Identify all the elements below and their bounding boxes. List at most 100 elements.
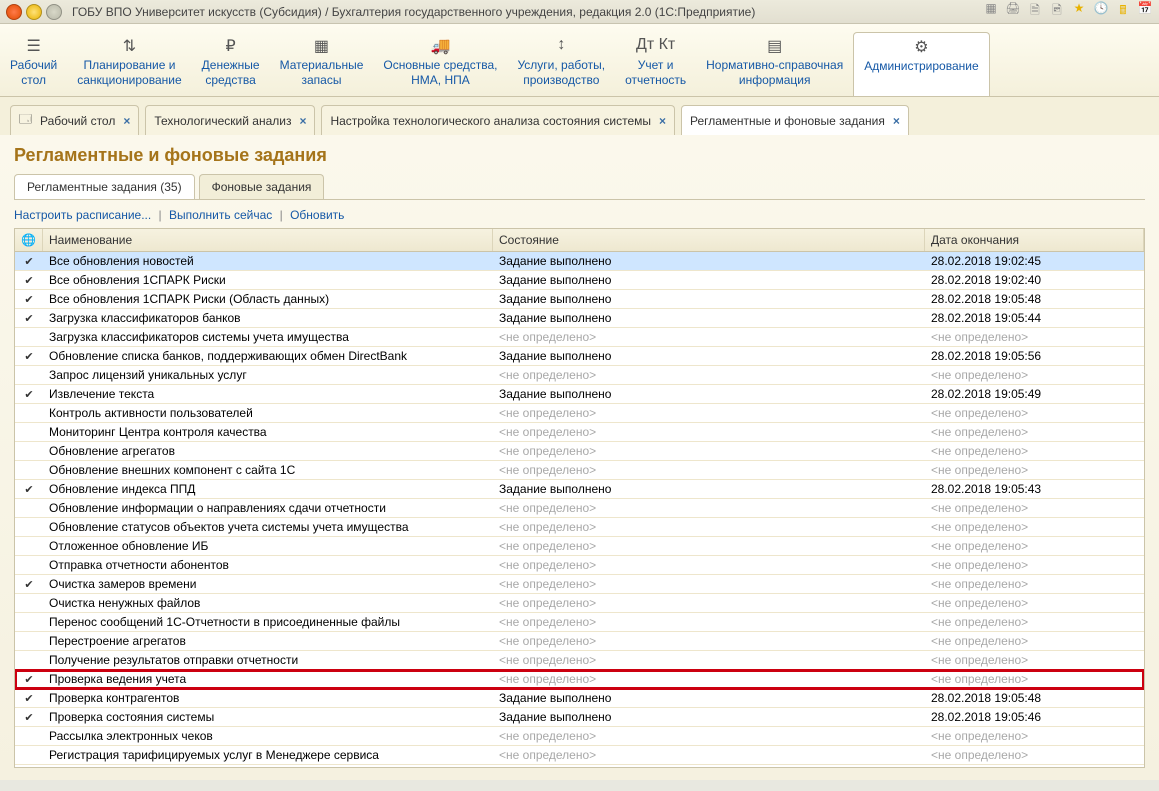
table-row[interactable]: Очистка ненужных файлов<не определено><н… bbox=[15, 594, 1144, 613]
schedule-link[interactable]: Настроить расписание... bbox=[14, 208, 151, 222]
row-check[interactable] bbox=[15, 709, 43, 725]
close-icon[interactable]: × bbox=[123, 114, 130, 128]
table-row[interactable]: Все обновления новостейЗадание выполнено… bbox=[15, 252, 1144, 271]
table-row[interactable]: Обновление списка банков, поддерживающих… bbox=[15, 347, 1144, 366]
row-check[interactable] bbox=[15, 640, 43, 642]
row-check[interactable] bbox=[15, 431, 43, 433]
table-row[interactable]: Проверка ведения учета<не определено><не… bbox=[15, 670, 1144, 689]
check-icon bbox=[24, 672, 33, 686]
row-check[interactable] bbox=[15, 253, 43, 269]
tool-icon[interactable]: ▦ bbox=[983, 1, 999, 22]
row-check[interactable] bbox=[15, 576, 43, 592]
row-check[interactable] bbox=[15, 545, 43, 547]
section-item[interactable]: ☰Рабочийстол bbox=[0, 32, 67, 96]
window-tab[interactable]: Технологический анализ× bbox=[145, 105, 315, 135]
table-row[interactable]: Рассылка электронных чеков<не определено… bbox=[15, 727, 1144, 746]
table-row[interactable]: Мониторинг Центра контроля качества<не о… bbox=[15, 423, 1144, 442]
section-item[interactable]: ⇅Планирование исанкционирование bbox=[67, 32, 191, 96]
section-item[interactable]: 🚚Основные средства,НМА, НПА bbox=[373, 32, 507, 96]
section-item[interactable]: ↕Услуги, работы,производство bbox=[507, 32, 615, 96]
column-header-state[interactable]: Состояние bbox=[493, 229, 925, 251]
row-check[interactable] bbox=[15, 450, 43, 452]
sub-tab[interactable]: Регламентные задания (35) bbox=[14, 174, 195, 199]
section-item[interactable]: ▦Материальныезапасы bbox=[270, 32, 374, 96]
window-tab[interactable]: Регламентные и фоновые задания× bbox=[681, 105, 909, 135]
row-check[interactable] bbox=[15, 564, 43, 566]
table-row[interactable]: Перестроение агрегатов<не определено><не… bbox=[15, 632, 1144, 651]
row-check[interactable] bbox=[15, 336, 43, 338]
table-row[interactable]: Регистрация тарифицируемых услуг в Менед… bbox=[15, 746, 1144, 765]
window-tab[interactable]: Настройка технологического анализа состо… bbox=[321, 105, 675, 135]
table-row[interactable]: Проверка состояния системыЗадание выполн… bbox=[15, 708, 1144, 727]
table-row[interactable]: Перенос сообщений 1С-Отчетности в присое… bbox=[15, 613, 1144, 632]
row-check[interactable] bbox=[15, 735, 43, 737]
calc-icon[interactable]: 🖩 bbox=[1115, 1, 1131, 22]
row-check[interactable] bbox=[15, 386, 43, 402]
table-row[interactable]: Запрос лицензий уникальных услуг<не опре… bbox=[15, 366, 1144, 385]
table-row[interactable]: Все обновления 1СПАРК Риски (Область дан… bbox=[15, 290, 1144, 309]
section-item[interactable]: Дт КтУчет иотчетность bbox=[615, 32, 696, 96]
table-row[interactable]: Обновление статусов объектов учета систе… bbox=[15, 518, 1144, 537]
table-row[interactable]: Обновление информации о направлениях сда… bbox=[15, 499, 1144, 518]
section-item[interactable]: ▤Нормативно-справочнаяинформация bbox=[696, 32, 853, 96]
section-item[interactable]: ⚙Администрирование bbox=[853, 32, 989, 96]
table-row[interactable]: Очистка замеров времени<не определено><н… bbox=[15, 575, 1144, 594]
table-row[interactable]: Загрузка классификаторов системы учета и… bbox=[15, 328, 1144, 347]
refresh-link[interactable]: Обновить bbox=[290, 208, 344, 222]
table-row[interactable]: Загрузка классификаторов банковЗадание в… bbox=[15, 309, 1144, 328]
table-body[interactable]: Все обновления новостейЗадание выполнено… bbox=[15, 252, 1144, 768]
close-icon[interactable]: × bbox=[893, 114, 900, 128]
row-check[interactable] bbox=[15, 690, 43, 706]
table-row[interactable]: Извлечение текстаЗадание выполнено28.02.… bbox=[15, 385, 1144, 404]
table-row[interactable]: Контроль активности пользователей<не опр… bbox=[15, 404, 1144, 423]
column-header-date[interactable]: Дата окончания bbox=[925, 229, 1144, 251]
history-icon[interactable]: 🕓 bbox=[1093, 1, 1109, 22]
section-icon: ⇅ bbox=[77, 36, 181, 58]
window-tab[interactable]: 🗔Рабочий стол× bbox=[10, 105, 139, 135]
window-close-icon[interactable] bbox=[6, 4, 22, 20]
column-header-status-icon[interactable]: 🌐 bbox=[15, 229, 43, 251]
table-row[interactable]: Проверка контрагентовЗадание выполнено28… bbox=[15, 689, 1144, 708]
row-check[interactable] bbox=[15, 481, 43, 497]
row-state: <не определено> bbox=[493, 519, 925, 535]
table-row[interactable]: Получение результатов отправки отчетност… bbox=[15, 651, 1144, 670]
row-check[interactable] bbox=[15, 310, 43, 326]
row-check[interactable] bbox=[15, 766, 43, 768]
row-check[interactable] bbox=[15, 621, 43, 623]
row-check[interactable] bbox=[15, 659, 43, 661]
row-check[interactable] bbox=[15, 412, 43, 414]
row-check[interactable] bbox=[15, 291, 43, 307]
row-check[interactable] bbox=[15, 507, 43, 509]
row-check[interactable] bbox=[15, 526, 43, 528]
tool-icon[interactable]: 🖨 bbox=[1005, 1, 1021, 22]
run-now-link[interactable]: Выполнить сейчас bbox=[169, 208, 272, 222]
tool-icon[interactable]: 🗎 bbox=[1027, 1, 1043, 22]
table-row[interactable]: Обновление индекса ППДЗадание выполнено2… bbox=[15, 480, 1144, 499]
sub-tab[interactable]: Фоновые задания bbox=[199, 174, 325, 199]
check-icon bbox=[24, 311, 33, 325]
window-maximize-icon[interactable] bbox=[46, 4, 62, 20]
section-item[interactable]: ₽Денежныесредства bbox=[192, 32, 270, 96]
row-date: <не определено> bbox=[925, 595, 1144, 611]
table-row[interactable]: Обновление агрегатов<не определено><не о… bbox=[15, 442, 1144, 461]
close-icon[interactable]: × bbox=[299, 114, 306, 128]
row-check[interactable] bbox=[15, 469, 43, 471]
calendar-icon[interactable]: 📅 bbox=[1137, 1, 1153, 22]
table-row[interactable]: Отложенное обновление ИБ<не определено><… bbox=[15, 537, 1144, 556]
row-check[interactable] bbox=[15, 602, 43, 604]
tool-icon[interactable]: 🖻 bbox=[1049, 1, 1065, 22]
row-check[interactable] bbox=[15, 754, 43, 756]
table-row[interactable]: Все обновления 1СПАРК РискиЗадание выпол… bbox=[15, 271, 1144, 290]
row-check[interactable] bbox=[15, 348, 43, 364]
star-icon[interactable]: ★ bbox=[1071, 1, 1087, 22]
table-row[interactable]: Отправка отчетности абонентов<не определ… bbox=[15, 556, 1144, 575]
row-check[interactable] bbox=[15, 671, 43, 687]
row-date: <не определено> bbox=[925, 500, 1144, 516]
row-check[interactable] bbox=[15, 272, 43, 288]
table-row[interactable]: Обновление внешних компонент с сайта 1С<… bbox=[15, 461, 1144, 480]
close-icon[interactable]: × bbox=[659, 114, 666, 128]
window-minimize-icon[interactable] bbox=[26, 4, 42, 20]
column-header-name[interactable]: Наименование bbox=[43, 229, 493, 251]
table-row[interactable]: Сбор и отправка статистикиЗадание выполн… bbox=[15, 765, 1144, 768]
row-check[interactable] bbox=[15, 374, 43, 376]
